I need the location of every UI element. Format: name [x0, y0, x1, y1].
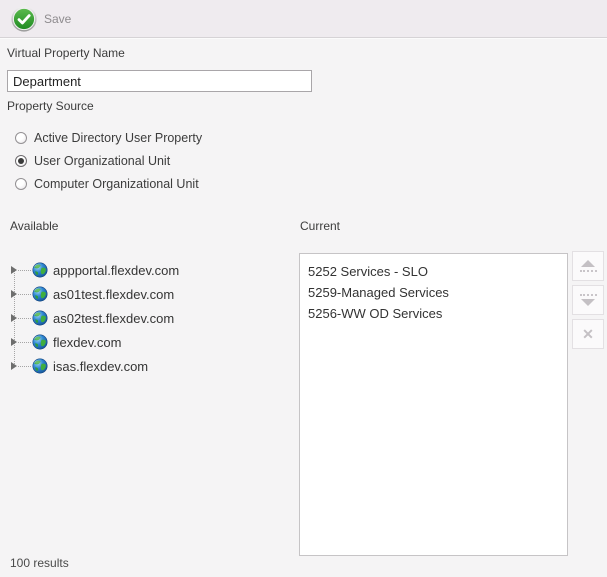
available-label: Available: [10, 219, 58, 233]
arrow-down-icon: [581, 299, 595, 306]
radio-option[interactable]: Active Directory User Property: [15, 126, 202, 149]
remove-button[interactable]: ✕: [572, 319, 604, 349]
available-tree: appportal.flexdev.com: [0, 258, 290, 378]
globe-icon: [32, 262, 48, 278]
tree-node[interactable]: as02test.flexdev.com: [0, 306, 290, 330]
tree-node[interactable]: isas.flexdev.com: [0, 354, 290, 378]
move-up-button[interactable]: [572, 251, 604, 281]
globe-icon: [32, 358, 48, 374]
radio-option[interactable]: Computer Organizational Unit: [15, 172, 202, 195]
radio-button-icon: [15, 178, 27, 190]
arrow-up-dotted-line: [580, 270, 597, 272]
radio-option-label: Active Directory User Property: [34, 131, 202, 145]
radio-button-icon: [15, 155, 27, 167]
tree-node-label: as02test.flexdev.com: [53, 311, 174, 326]
tree-branch-line: [18, 342, 31, 343]
tree-node-label: flexdev.com: [53, 335, 121, 350]
move-down-button[interactable]: [572, 285, 604, 315]
expand-arrow-icon[interactable]: [11, 290, 17, 298]
tree-node[interactable]: as01test.flexdev.com: [0, 282, 290, 306]
x-icon: ✕: [582, 327, 594, 341]
current-label: Current: [300, 219, 340, 233]
radio-option-label: User Organizational Unit: [34, 154, 170, 168]
tree-node-label: appportal.flexdev.com: [53, 263, 179, 278]
save-button[interactable]: Save: [9, 4, 77, 34]
current-list-item[interactable]: 5256-WW OD Services: [300, 303, 567, 324]
arrow-down-dotted-line: [580, 294, 597, 296]
tree-branch-line: [18, 294, 31, 295]
radio-option[interactable]: User Organizational Unit: [15, 149, 202, 172]
tree-items: appportal.flexdev.com: [0, 258, 290, 378]
expand-arrow-icon[interactable]: [11, 314, 17, 322]
save-button-label: Save: [44, 12, 71, 26]
tree-node[interactable]: appportal.flexdev.com: [0, 258, 290, 282]
expand-arrow-icon[interactable]: [11, 266, 17, 274]
tree-node-label: as01test.flexdev.com: [53, 287, 174, 302]
current-list-item[interactable]: 5252 Services - SLO: [300, 261, 567, 282]
globe-icon: [32, 334, 48, 350]
arrow-up-icon: [581, 260, 595, 267]
current-list-item[interactable]: 5259-Managed Services: [300, 282, 567, 303]
virtual-property-page: Save Virtual Property Name Property Sour…: [0, 0, 607, 577]
expand-arrow-icon[interactable]: [11, 338, 17, 346]
property-source-label: Property Source: [7, 99, 94, 113]
property-source-radio-group: Active Directory User Property User Orga…: [15, 126, 202, 195]
radio-button-icon: [15, 132, 27, 144]
globe-icon: [32, 286, 48, 302]
expand-arrow-icon[interactable]: [11, 362, 17, 370]
virtual-property-name-input[interactable]: [7, 70, 312, 92]
globe-icon: [32, 310, 48, 326]
tree-branch-line: [18, 270, 31, 271]
current-listbox[interactable]: 5252 Services - SLO 5259-Managed Service…: [299, 253, 568, 556]
toolbar: Save: [0, 0, 607, 38]
tree-branch-line: [18, 366, 31, 367]
radio-option-label: Computer Organizational Unit: [34, 177, 199, 191]
check-circle-icon: [11, 6, 37, 32]
tree-node-label: isas.flexdev.com: [53, 359, 148, 374]
results-count: 100 results: [10, 556, 69, 570]
tree-node[interactable]: flexdev.com: [0, 330, 290, 354]
virtual-property-name-label: Virtual Property Name: [7, 46, 125, 60]
tree-branch-line: [18, 318, 31, 319]
